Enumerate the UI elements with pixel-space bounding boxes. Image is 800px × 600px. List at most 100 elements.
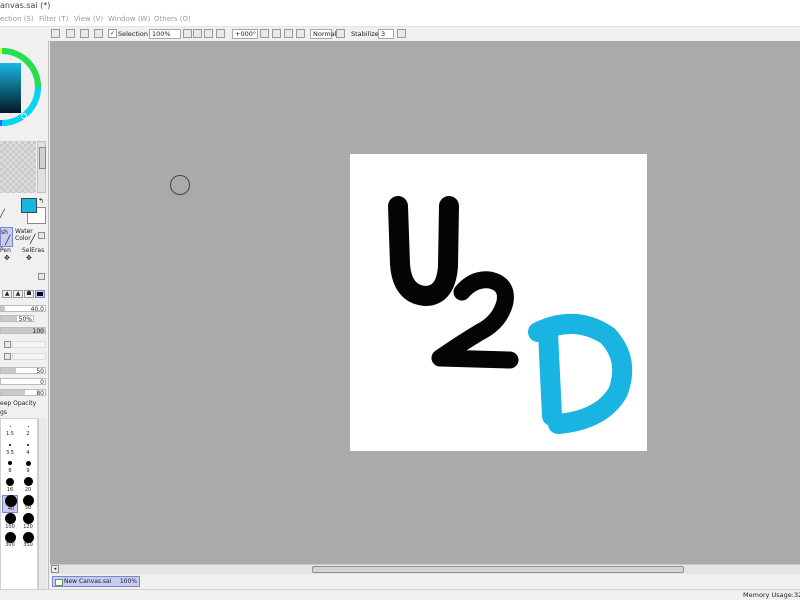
density-slider[interactable]: 100	[0, 327, 46, 335]
tool-brush[interactable]: sh ╱	[0, 227, 13, 247]
brush-size-label: 1.5	[6, 431, 14, 437]
brush-size-label: 16	[6, 486, 14, 493]
min-size-slider[interactable]: 50%	[0, 315, 34, 323]
flip-horizontal-button[interactable]	[296, 29, 305, 38]
primary-color-swatch[interactable]	[21, 198, 37, 213]
brush-size-option[interactable]: 4	[20, 440, 36, 458]
deselect-button[interactable]	[80, 29, 89, 38]
brush-size-option[interactable]: 16	[2, 477, 18, 495]
brush-size-label: 300	[5, 542, 15, 548]
menu-view[interactable]: View (V)	[74, 15, 103, 23]
redo-button[interactable]	[66, 29, 75, 38]
rotate-right-button[interactable]	[272, 29, 281, 38]
brush-size-dot	[6, 477, 14, 486]
scratch-pad[interactable]	[0, 141, 36, 193]
blend-mode-select[interactable]: Normal	[310, 29, 337, 39]
brush-size-dot	[4, 531, 16, 543]
brush-size-option[interactable]: 120	[20, 513, 36, 532]
rotate-reset-button[interactable]	[284, 29, 293, 38]
brush-size-label: 9	[26, 468, 30, 474]
zoom-dropdown-button[interactable]	[183, 29, 192, 38]
zoom-out-button[interactable]	[193, 29, 202, 38]
brush-size-dot	[8, 461, 12, 465]
brush-size-option[interactable]: 350	[20, 531, 36, 550]
color-wheel[interactable]	[0, 41, 49, 139]
stabilizer-dropdown-button[interactable]	[397, 29, 406, 38]
invert-selection-button[interactable]	[94, 29, 103, 38]
eyedropper-icon[interactable]: ╱	[0, 209, 5, 219]
pen-icon: ✥	[4, 254, 10, 262]
brush-size-option[interactable]: 2	[20, 421, 36, 439]
brush-shape-round[interactable]: ☗	[24, 290, 34, 298]
brush-size-option[interactable]: 40	[2, 495, 18, 513]
brush-size-dot	[23, 477, 33, 486]
menu-bar: lection (S) Filter (T) View (V) Window (…	[0, 13, 800, 27]
dilution-slider[interactable]: 0	[0, 378, 46, 386]
left-tool-panel: ╱ ↰ sh ╱ Water Color ╱ Pen ✥ SelEras ✥ ▲…	[0, 41, 49, 600]
menu-window[interactable]: Window (W)	[108, 15, 150, 23]
status-bar: Memory Usage:32%	[0, 589, 800, 600]
brush-size-option[interactable]: 3.5	[2, 440, 18, 458]
brush-size-option[interactable]: 100	[2, 513, 18, 532]
toolbar: ✓ Selection 100% +000° Normal Stabilizer…	[0, 27, 800, 42]
brush-size-option[interactable]: 1.5	[2, 421, 18, 439]
brush-size-option[interactable]: 20	[20, 477, 36, 495]
brush-size-value: 40.0	[30, 306, 44, 313]
zoom-reset-button[interactable]	[216, 29, 225, 38]
brush-size-scrollbar[interactable]	[38, 418, 47, 598]
brush-size-option[interactable]: 9	[20, 458, 36, 476]
menu-filter[interactable]: Filter (T)	[39, 15, 68, 23]
scroll-left-button[interactable]: ◂	[51, 565, 59, 573]
stabilizer-value[interactable]: 3	[378, 29, 394, 39]
swap-colors-icon[interactable]: ↰	[38, 197, 44, 205]
brush-size-option[interactable]: 8	[2, 458, 18, 476]
canvas-drawing	[388, 196, 633, 434]
rotate-left-button[interactable]	[260, 29, 269, 38]
seleraser-icon: ✥	[26, 254, 32, 262]
blending-mode-button[interactable]	[4, 341, 11, 348]
blending-slider-disabled	[12, 341, 46, 348]
brush-size-option[interactable]: 50	[20, 494, 36, 513]
brush-cursor-outline	[170, 175, 190, 195]
persistence-slider[interactable]: 80	[0, 389, 46, 397]
brush-shape-sharp[interactable]: ▲	[2, 290, 12, 298]
brush-size-label: 120	[23, 523, 33, 530]
brush-size-dot	[4, 513, 16, 524]
undo-button[interactable]	[51, 29, 60, 38]
texture-button[interactable]	[4, 353, 11, 360]
dilution-value: 0	[40, 379, 44, 386]
memory-usage: Memory Usage:32%	[743, 591, 800, 599]
tool-scroll-up-button[interactable]	[38, 232, 45, 239]
canvas-tab[interactable]: New Canvas.sai 100%	[52, 576, 140, 587]
scratch-pad-scrollbar[interactable]	[37, 141, 46, 193]
scrollbar-thumb[interactable]	[39, 147, 46, 169]
brush-size-label: 3.5	[6, 449, 14, 456]
selection-checkbox[interactable]: ✓	[108, 29, 117, 38]
stroke-letter-d	[528, 313, 633, 434]
brush-shape-flat[interactable]	[35, 290, 45, 298]
tool-scroll-down-button[interactable]	[38, 273, 45, 280]
stabilizer-options-button[interactable]	[336, 29, 345, 38]
brush-shape-medium[interactable]: ▲	[13, 290, 23, 298]
brush-size-dot	[9, 443, 11, 446]
tool-pen-label: Pen	[0, 247, 11, 254]
zoom-input[interactable]: 100%	[149, 29, 181, 39]
menu-others[interactable]: Others (O)	[154, 15, 191, 23]
keep-opacity-label[interactable]: eep Opacity	[0, 400, 36, 407]
tool-pen[interactable]: Pen ✥	[0, 247, 14, 264]
min-size-value: 50%	[18, 316, 32, 323]
watercolor-icon: ╱	[30, 235, 36, 245]
horizontal-scrollbar-thumb[interactable]	[312, 566, 684, 573]
horizontal-scrollbar[interactable]: ◂	[50, 564, 800, 574]
blending-slider[interactable]: 50	[0, 367, 46, 375]
rotation-input[interactable]: +000°	[232, 29, 258, 39]
canvas-thumbnail-icon	[55, 579, 63, 586]
tool-watercolor[interactable]: Water Color ╱	[14, 227, 36, 247]
tool-selection-eraser[interactable]: SelEras ✥	[22, 247, 44, 264]
zoom-in-button[interactable]	[204, 29, 213, 38]
canvas-sheet[interactable]	[350, 154, 647, 451]
persistence-value: 80	[36, 390, 44, 397]
brush-size-option[interactable]: 300	[2, 531, 18, 550]
menu-selection[interactable]: lection (S)	[0, 15, 34, 23]
brush-size-slider[interactable]: 40.0	[0, 305, 46, 313]
